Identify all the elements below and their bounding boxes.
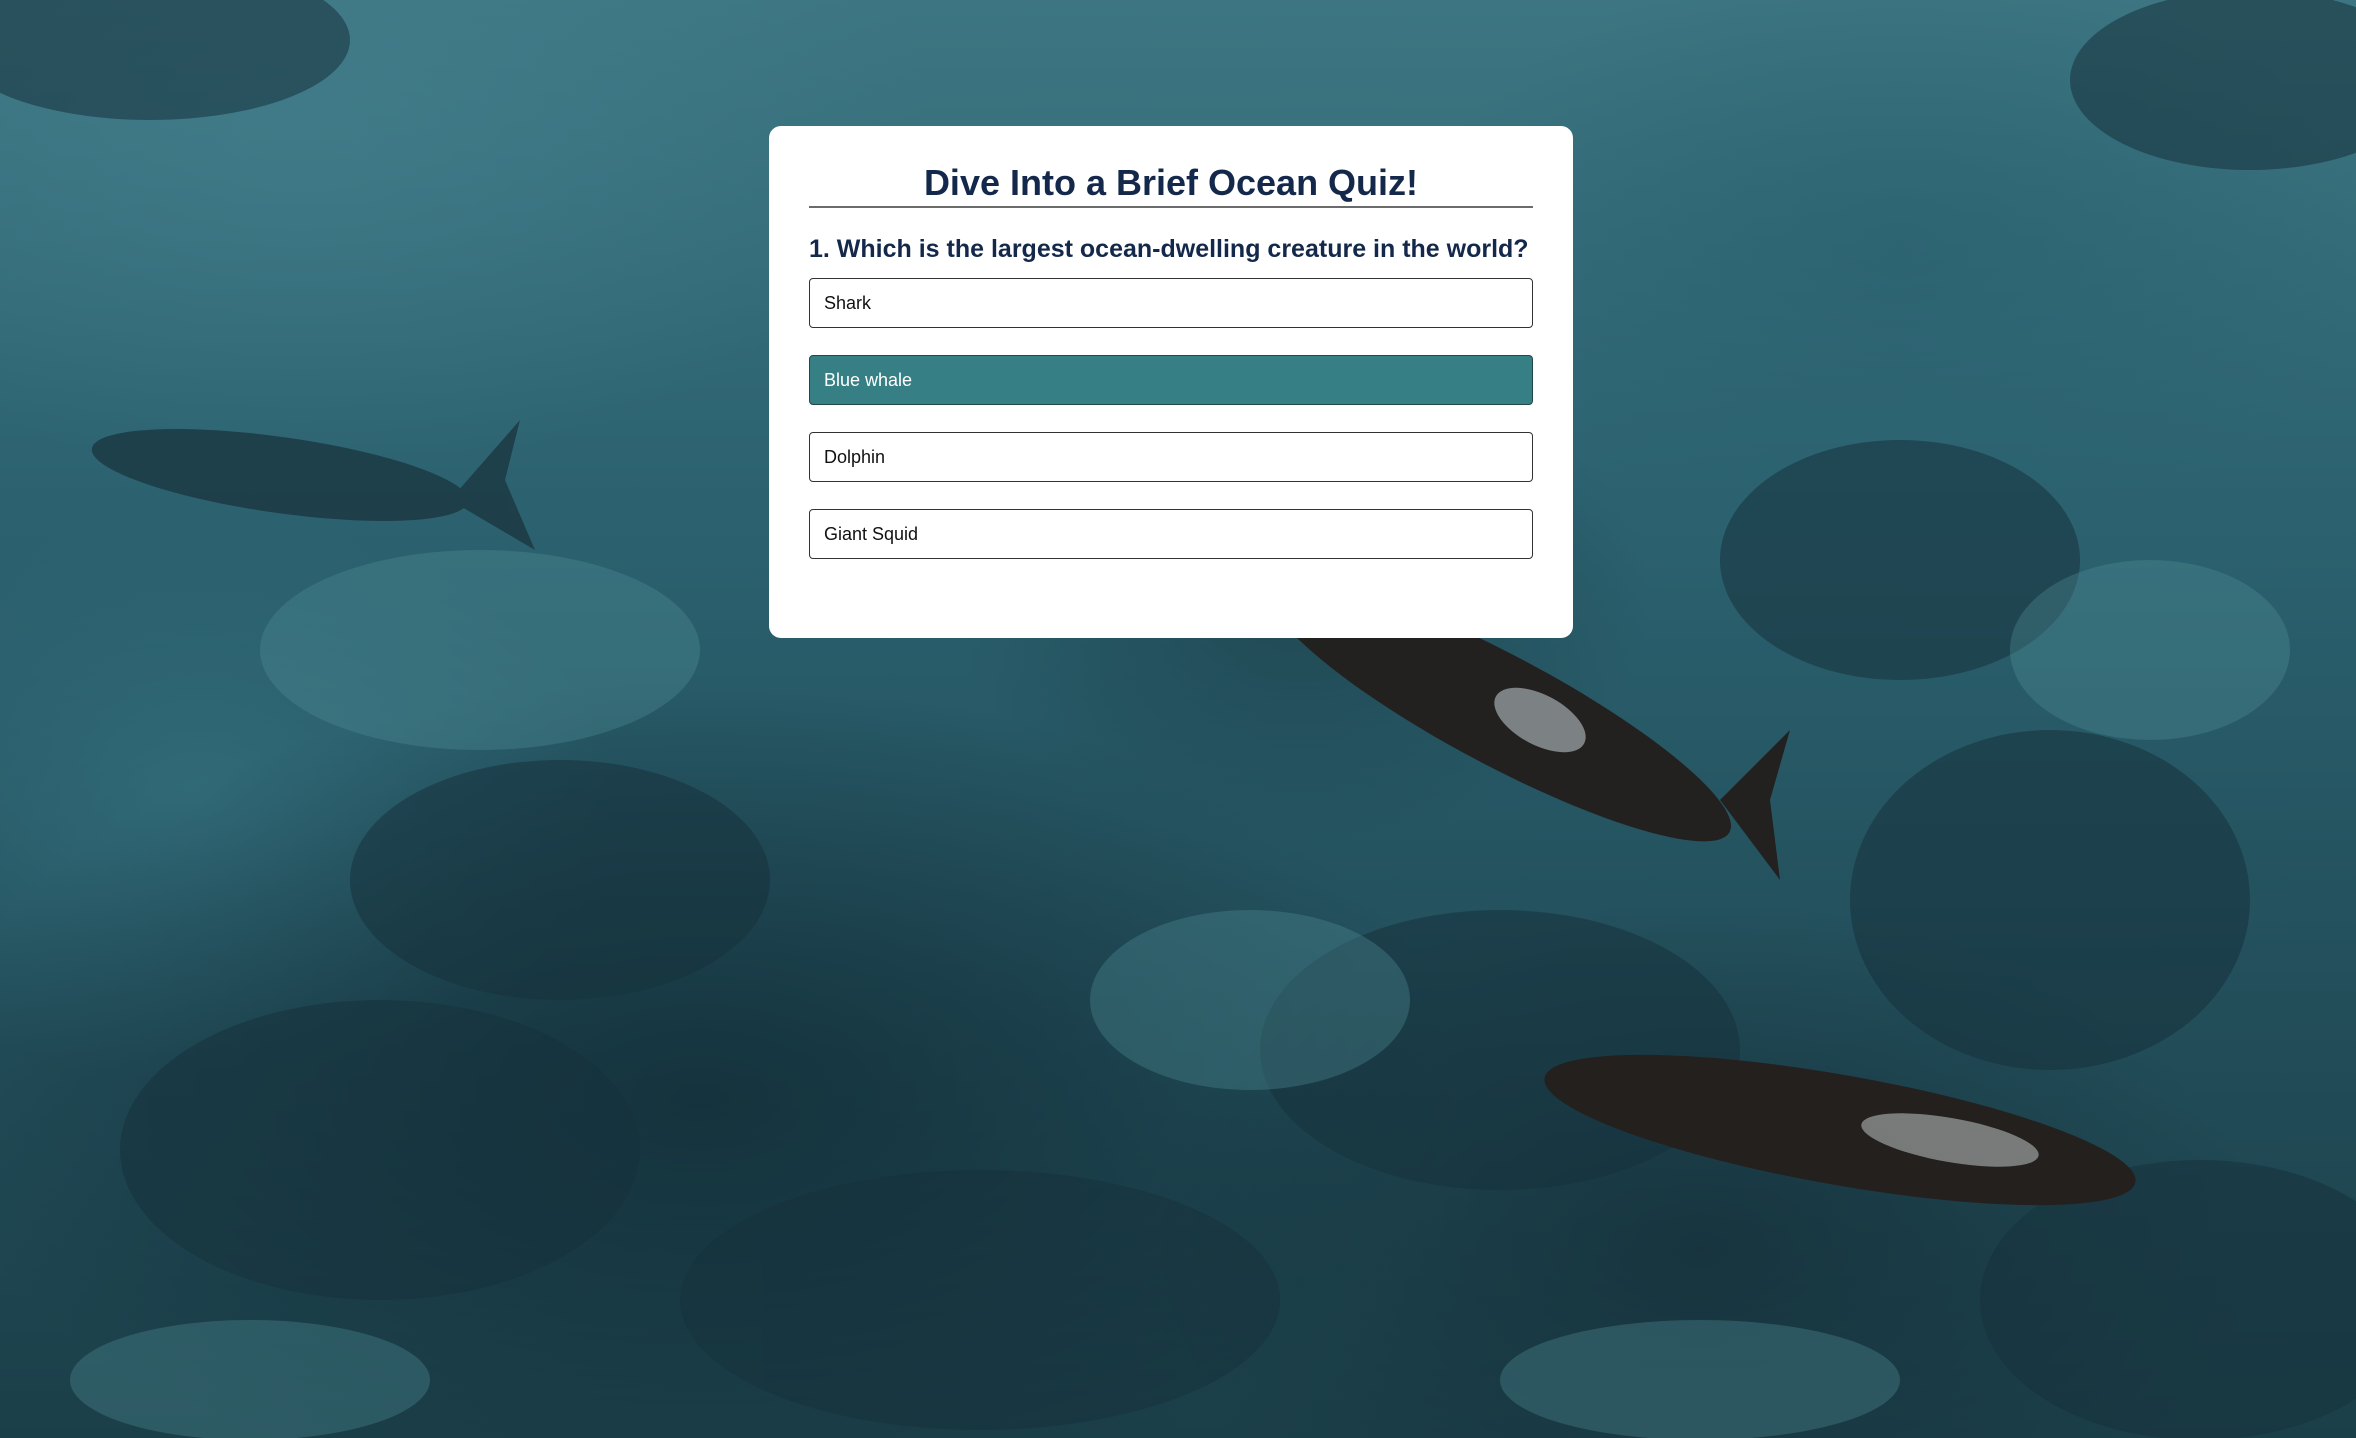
quiz-title: Dive Into a Brief Ocean Quiz! — [809, 162, 1533, 208]
question-text: 1. Which is the largest ocean-dwelling c… — [809, 235, 1529, 263]
answer-option-blue-whale[interactable]: Blue whale — [809, 355, 1533, 405]
answer-list: Shark Blue whale Dolphin Giant Squid — [809, 278, 1533, 586]
answer-option-shark[interactable]: Shark — [809, 278, 1533, 328]
answer-label: Blue whale — [824, 369, 913, 390]
quiz-card: Dive Into a Brief Ocean Quiz! 1. Which i… — [769, 126, 1573, 638]
answer-label: Dolphin — [824, 446, 886, 467]
answer-option-giant-squid[interactable]: Giant Squid — [809, 509, 1533, 559]
answer-option-dolphin[interactable]: Dolphin — [809, 432, 1533, 482]
answer-label: Giant Squid — [824, 523, 919, 544]
answer-label: Shark — [824, 292, 872, 313]
